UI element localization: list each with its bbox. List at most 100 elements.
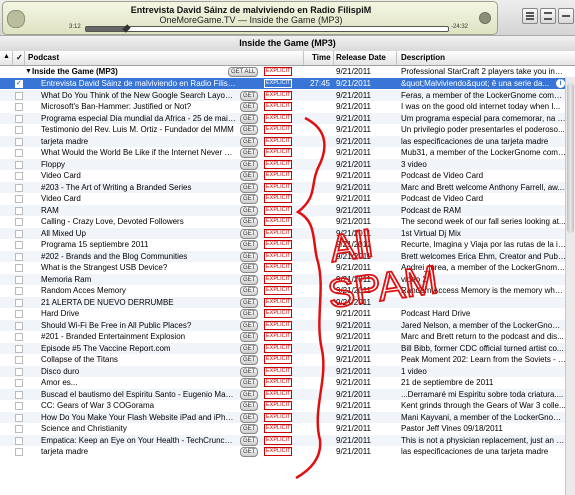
episode-row[interactable]: Entrevista David Sáinz de malviviendo en… [0,78,575,89]
episode-row[interactable]: Testimonio del Rev. Luis M. Ortiz - Fund… [0,124,575,135]
episode-row[interactable]: tarjeta madre GET EXPLICIT 9/21/2011 las esp… [0,135,575,147]
sort-up-icon[interactable]: ▲ [3,53,10,60]
disclosure-triangle-icon[interactable]: ▼ [25,66,32,77]
episode-checkbox[interactable] [15,275,23,284]
episode-checkbox[interactable] [15,333,23,341]
scrollbar-thumb[interactable] [567,83,574,233]
get-button[interactable]: GET [240,240,259,250]
episode-checkbox[interactable] [15,264,23,272]
get-button[interactable]: GET [240,205,259,216]
get-button[interactable]: GET [240,401,259,411]
episode-checkbox[interactable] [15,160,23,169]
episode-row[interactable]: #203 - The Art of Writing a Branded Seri… [0,181,575,193]
episode-checkbox[interactable] [15,103,23,111]
episode-row[interactable]: Episode #5 The Vaccine Report.com GET EXPL… [0,342,575,354]
episode-checkbox[interactable] [15,183,23,192]
checkbox-column-icon[interactable]: ✓ [16,53,23,62]
get-button[interactable]: GET [240,309,259,319]
episode-checkbox[interactable] [15,436,23,445]
episode-checkbox[interactable] [15,390,23,399]
get-button[interactable]: GET [240,171,259,181]
column-time[interactable]: Time [312,53,331,62]
get-button[interactable]: GET [240,159,259,170]
episode-row[interactable]: Hard Drive GET EXPLICIT 9/21/2011 Podcast Ha… [0,308,575,319]
podcast-group-row[interactable]: ▼ Inside the Game (MP3) GET ALL EXPLICIT… [0,66,575,77]
episode-row[interactable]: Floppy GET EXPLICIT 9/21/2011 3 video [0,158,575,170]
episode-checkbox[interactable] [15,149,23,157]
episode-checkbox[interactable] [15,367,23,376]
playhead-handle[interactable] [122,24,131,33]
get-button[interactable]: GET [240,435,259,446]
episode-checkbox[interactable] [15,218,23,226]
get-button[interactable]: GET [240,228,259,239]
episode-row[interactable]: Programa especial Dia mundial da Africa … [0,112,575,124]
get-button[interactable]: GET [240,332,259,342]
episode-checkbox[interactable] [15,241,23,249]
get-button[interactable]: GET [240,263,259,273]
get-button[interactable]: GET [240,378,259,388]
episode-checkbox[interactable] [15,448,23,456]
get-button[interactable]: GET [240,389,259,400]
get-button[interactable]: GET [240,90,259,101]
episode-checkbox[interactable] [15,206,23,215]
episode-checkbox[interactable] [15,310,23,318]
episode-checkbox[interactable] [15,402,23,410]
episode-row[interactable]: RAM GET EXPLICIT 9/21/2011 Podcast de RAM [0,204,575,216]
episode-checkbox[interactable] [15,379,23,387]
episode-row[interactable]: What is the Strangest USB Device? GET EXPL… [0,262,575,273]
episode-row[interactable]: What Would the World Be Like if the Inte… [0,147,575,158]
episode-checkbox[interactable] [15,126,23,134]
episode-row[interactable]: tarjeta madre GET EXPLICIT 9/21/2011 las esp… [0,446,575,457]
get-button[interactable]: GET [240,447,259,457]
episode-checkbox[interactable] [15,321,23,330]
episode-checkbox[interactable] [15,425,23,433]
playback-progress-bar[interactable] [85,24,449,33]
episode-row[interactable]: Science and Christianity GET EXPLICIT 9/21/… [0,423,575,434]
column-release-date[interactable]: Release Date [336,53,386,62]
episode-checkbox[interactable] [15,91,23,100]
episode-checkbox[interactable] [15,252,23,261]
episode-row[interactable]: How Do You Make Your Flash Website iPad … [0,411,575,423]
episode-row[interactable]: Calling - Crazy Love, Devoted Followers G… [0,216,575,227]
episode-row[interactable]: Memoria Ram GET EXPLICIT 9/21/2011 video 2 [0,273,575,285]
vertical-scrollbar[interactable] [565,77,575,495]
episode-checkbox[interactable] [15,229,23,238]
get-button[interactable]: GET [240,412,259,423]
episode-checkbox[interactable] [15,78,23,89]
get-button[interactable]: GET [240,102,259,112]
get-button[interactable]: GET [240,297,259,308]
episode-row[interactable]: Should Wi-Fi Be Free in All Public Place… [0,319,575,331]
episode-row[interactable]: Amor es... GET EXPLICIT 9/21/2011 21 de sept… [0,377,575,388]
get-button[interactable]: GET [240,274,259,285]
info-icon[interactable]: i [556,79,565,88]
episode-row[interactable]: Video Card GET EXPLICIT 9/21/2011 Podcast de… [0,193,575,204]
episode-row[interactable]: Empatica: Keep an Eye on Your Health - T… [0,434,575,446]
episode-row[interactable]: Microsoft's Ban-Hammer: Justified or Not… [0,101,575,112]
get-button[interactable]: GET [240,113,259,124]
episode-row[interactable]: Random Acces Memory GET EXPLICIT 9/21/2011 R… [0,285,575,296]
episode-row[interactable]: All Mixed Up GET EXPLICIT 9/21/2011 1st Virt… [0,227,575,239]
episode-row[interactable]: Buscad el bautismo del Espiritu Santo - … [0,388,575,400]
get-button[interactable]: GET [240,424,259,434]
episode-row[interactable]: #202 - Brands and the Blog Communities GE… [0,250,575,262]
episode-checkbox[interactable] [15,298,23,307]
episode-row[interactable]: What Do You Think of the New Google Sear… [0,89,575,101]
get-button[interactable]: GET [240,286,259,296]
episode-row[interactable]: CC: Gears of War 3 COGorama GET EXPLICIT 9/… [0,400,575,411]
episode-checkbox[interactable] [15,195,23,203]
get-button[interactable]: GET [240,148,259,158]
episode-row[interactable]: Programa 15 septiembre 2011 GET EXPLICIT 9/… [0,239,575,250]
album-art-icon[interactable] [7,10,25,28]
episode-row[interactable]: Collapse of the Titans GET EXPLICIT 9/21/20… [0,354,575,365]
get-button[interactable]: GET [240,251,259,262]
get-button[interactable]: GET [240,355,259,365]
episode-row[interactable]: Disco duro GET EXPLICIT 9/21/2011 1 video [0,365,575,377]
grid-view-icon[interactable] [540,8,556,24]
episode-checkbox[interactable] [15,344,23,353]
get-button[interactable]: GET [240,125,259,135]
get-button[interactable]: GET [240,320,259,331]
column-podcast[interactable]: Podcast [28,53,59,62]
episode-checkbox[interactable] [15,413,23,422]
episode-checkbox[interactable] [15,172,23,180]
episode-row[interactable]: #201 - Branded Entertainment Explosion GE… [0,331,575,342]
